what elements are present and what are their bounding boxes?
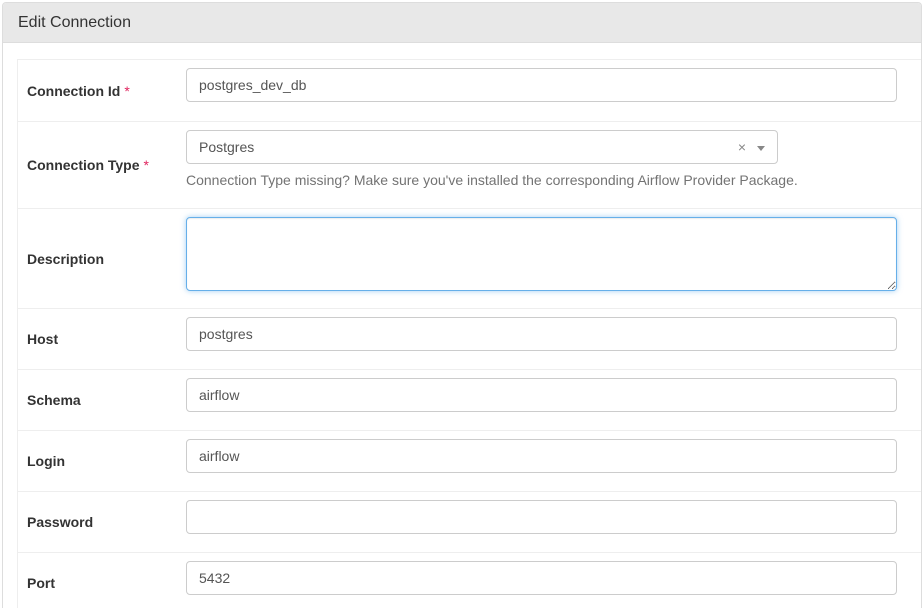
host-row: Host [18, 308, 921, 369]
port-field-cell [186, 553, 921, 608]
port-label-cell: Port [18, 553, 186, 608]
required-marker: * [124, 82, 130, 99]
conn-type-label-cell: Connection Type * [18, 122, 186, 208]
port-label: Port [27, 575, 55, 591]
conn-type-help-text: Connection Type missing? Make sure you'v… [186, 172, 798, 188]
host-label: Host [27, 331, 59, 347]
conn-type-label: Connection Type [27, 157, 140, 173]
schema-input[interactable] [186, 378, 897, 412]
conn-type-selected-value: Postgres [199, 139, 255, 155]
required-marker: * [143, 157, 149, 173]
conn-id-field-cell [186, 60, 921, 121]
password-label: Password [27, 514, 94, 530]
edit-connection-panel: Edit Connection Connection Id* Connectio… [2, 2, 922, 608]
panel-title: Edit Connection [3, 3, 921, 43]
conn-id-label: Connection Id [27, 82, 121, 99]
connection-form: Connection Id* Connection Type* Postgres… [17, 59, 921, 608]
conn-type-select[interactable]: Postgres × [186, 130, 778, 164]
conn-id-label-cell: Connection Id * [18, 60, 186, 121]
conn-id-row: Connection Id * [18, 59, 921, 121]
description-field-cell [186, 209, 921, 308]
port-row: Port [18, 552, 921, 608]
login-field-cell [186, 431, 921, 491]
password-row: Password [18, 491, 921, 552]
schema-label-cell: Schema [18, 370, 186, 430]
host-input[interactable] [186, 317, 897, 351]
login-input[interactable] [186, 439, 897, 473]
password-input[interactable] [186, 500, 897, 534]
clear-selection-icon[interactable]: × [738, 138, 746, 156]
password-label-cell: Password [18, 492, 186, 552]
port-input[interactable] [186, 561, 897, 595]
password-field-cell [186, 492, 921, 552]
chevron-down-icon[interactable] [757, 146, 765, 151]
host-label-cell: Host [18, 309, 186, 369]
schema-row: Schema [18, 369, 921, 430]
description-label: Description [27, 250, 105, 267]
login-label-cell: Login [18, 431, 186, 491]
description-row: Description [18, 208, 921, 308]
description-label-cell: Description [18, 209, 186, 308]
login-label: Login [27, 453, 66, 469]
schema-field-cell [186, 370, 921, 430]
conn-type-row: Connection Type * Postgres × Connection T… [18, 121, 921, 208]
conn-type-field-cell: Postgres × Connection Type missing? Make… [186, 122, 921, 208]
host-field-cell [186, 309, 921, 369]
description-textarea[interactable] [186, 217, 897, 291]
conn-id-input[interactable] [186, 68, 897, 102]
login-row: Login [18, 430, 921, 491]
schema-label: Schema [27, 392, 81, 408]
